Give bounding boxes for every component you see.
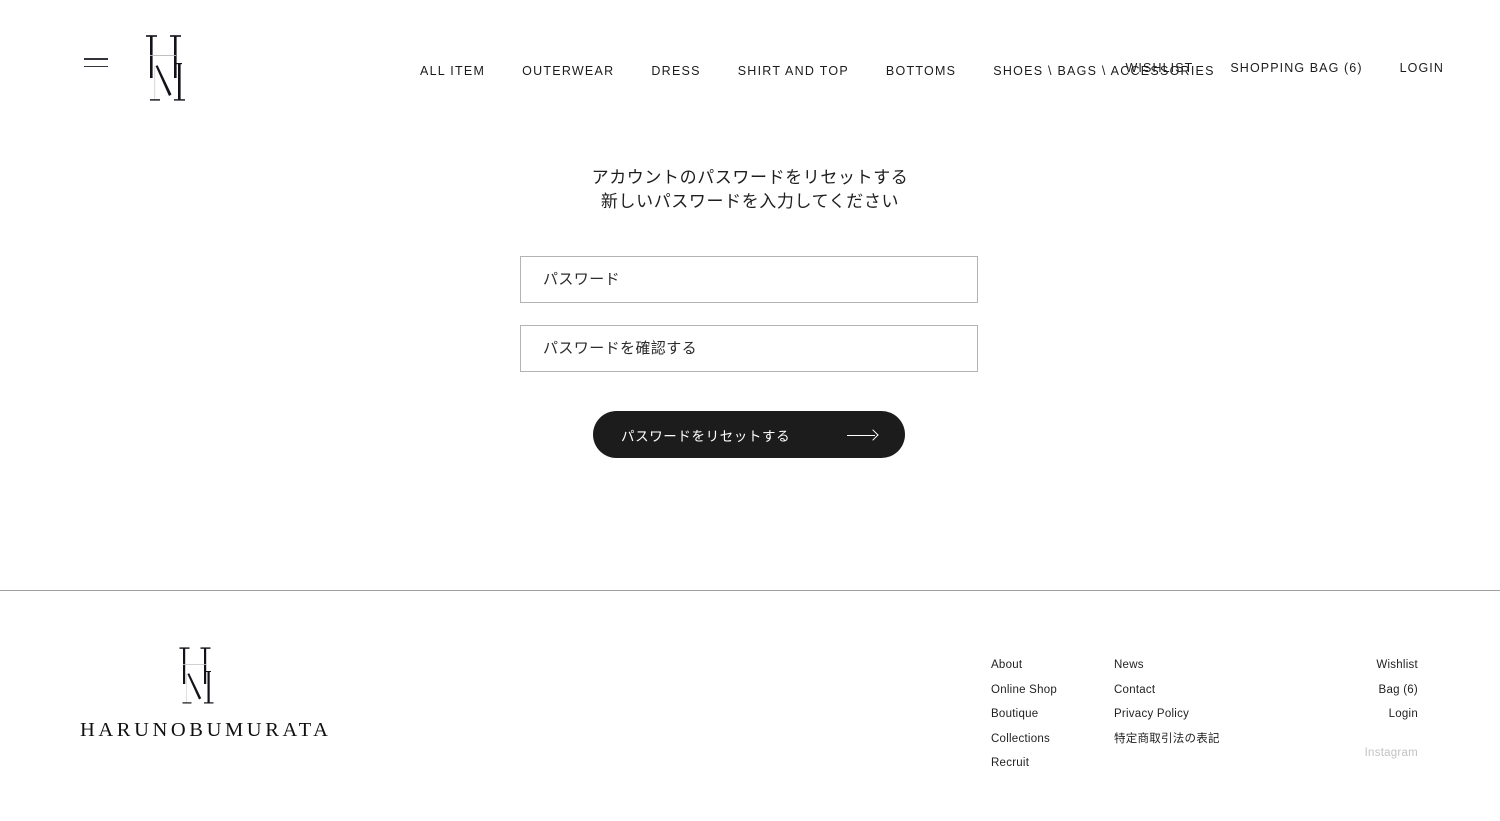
main-content: アカウントのパスワードをリセットする 新しいパスワードを入力してください パスワ… xyxy=(0,140,1500,590)
footer-link-recruit[interactable]: Recruit xyxy=(991,751,1057,776)
nav-all-item[interactable]: ALL ITEM xyxy=(420,60,485,82)
footer-link-about[interactable]: About xyxy=(991,653,1057,678)
utility-navigation: WISHLIST SHOPPING BAG (6) LOGIN xyxy=(1126,61,1444,75)
password-input[interactable] xyxy=(520,256,978,303)
utility-wishlist[interactable]: WISHLIST xyxy=(1126,61,1194,75)
heading-line-2: 新しいパスワードを入力してください xyxy=(600,192,900,211)
main-navigation: ALL ITEM OUTERWEAR DRESS SHIRT AND TOP B… xyxy=(420,60,1215,82)
footer-link-online-shop[interactable]: Online Shop xyxy=(991,678,1057,703)
footer-column-2: News Contact Privacy Policy 特定商取引法の表記 xyxy=(1114,653,1220,751)
footer-link-instagram[interactable]: Instagram xyxy=(1290,747,1418,759)
site-footer: HARUNOBUMURATA About Online Shop Boutiqu… xyxy=(0,591,1500,821)
field-spacer xyxy=(520,303,978,325)
nav-dress[interactable]: DRESS xyxy=(651,60,700,82)
site-header: ALL ITEM OUTERWEAR DRESS SHIRT AND TOP B… xyxy=(0,0,1500,140)
footer-link-privacy-policy[interactable]: Privacy Policy xyxy=(1114,702,1220,727)
hamburger-line-bottom xyxy=(84,65,108,68)
password-reset-form: パスワードをリセットする xyxy=(520,256,978,458)
footer-link-news[interactable]: News xyxy=(1114,653,1220,678)
footer-link-wishlist[interactable]: Wishlist xyxy=(1290,653,1418,678)
nav-bottoms[interactable]: BOTTOMS xyxy=(886,60,956,82)
page-title: アカウントのパスワードをリセットする 新しいパスワードを入力してください xyxy=(0,166,1500,214)
heading-line-1: アカウントのパスワードをリセットする xyxy=(591,168,909,187)
nav-outerwear[interactable]: OUTERWEAR xyxy=(522,60,614,82)
submit-row: パスワードをリセットする xyxy=(520,411,978,458)
nav-shirt-and-top[interactable]: SHIRT AND TOP xyxy=(738,60,849,82)
footer-link-bag[interactable]: Bag (6) xyxy=(1290,678,1418,703)
footer-link-contact[interactable]: Contact xyxy=(1114,678,1220,703)
footer-link-boutique[interactable]: Boutique xyxy=(991,702,1057,727)
hm-monogram-icon xyxy=(146,35,185,101)
hamburger-line-top xyxy=(84,58,108,60)
utility-login[interactable]: LOGIN xyxy=(1400,61,1444,75)
footer-link-tokutei-shotorihiki[interactable]: 特定商取引法の表記 xyxy=(1114,727,1220,752)
confirm-password-input[interactable] xyxy=(520,325,978,372)
reset-password-button-label: パスワードをリセットする xyxy=(621,428,791,444)
footer-link-login[interactable]: Login xyxy=(1290,702,1418,727)
reset-password-button[interactable]: パスワードをリセットする xyxy=(593,411,905,458)
header-logo[interactable] xyxy=(138,30,198,110)
utility-shopping-bag[interactable]: SHOPPING BAG (6) xyxy=(1230,61,1362,75)
footer-link-collections[interactable]: Collections xyxy=(991,727,1057,752)
arrow-right-icon xyxy=(847,430,877,440)
footer-link-columns: About Online Shop Boutique Collections R… xyxy=(0,653,1500,813)
footer-column-3: Wishlist Bag (6) Login Instagram xyxy=(1290,653,1418,759)
footer-column-1: About Online Shop Boutique Collections R… xyxy=(991,653,1057,776)
hamburger-menu-icon[interactable] xyxy=(84,58,108,72)
